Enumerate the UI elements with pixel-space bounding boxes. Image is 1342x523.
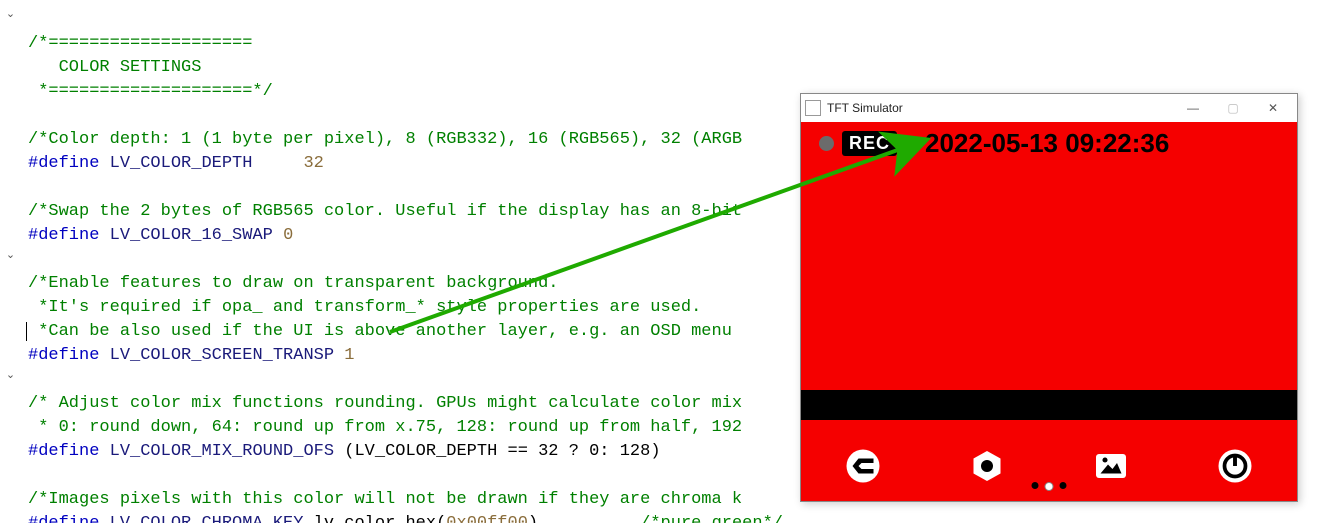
code-text: ) — [528, 514, 538, 523]
settings-icon[interactable] — [967, 446, 1007, 486]
keyword: #define — [28, 226, 99, 245]
back-icon[interactable] — [843, 446, 883, 486]
comment-line: *It's required if opa_ and transform_* s… — [28, 298, 701, 317]
fold-marker[interactable]: ⌄ — [4, 369, 17, 382]
minimize-button[interactable]: — — [1173, 96, 1213, 120]
titlebar[interactable]: TFT Simulator — ▢ ✕ — [801, 94, 1297, 122]
dot — [1032, 482, 1039, 489]
comment-line: /*Swap the 2 bytes of RGB565 color. Usef… — [28, 202, 742, 221]
code-content: /*==================== COLOR SETTINGS *=… — [28, 8, 783, 523]
comment-line: /* Adjust color mix functions rounding. … — [28, 394, 742, 413]
fold-marker[interactable]: ⌄ — [4, 8, 17, 21]
identifier: LV_COLOR_CHROMA_KEY — [110, 514, 304, 523]
comment-line: /*pure green*/ — [640, 514, 783, 523]
code-text: lv_color_hex( — [303, 514, 446, 523]
comment-line: /*Color depth: 1 (1 byte per pixel), 8 (… — [28, 130, 742, 149]
identifier: LV_COLOR_SCREEN_TRANSP — [110, 346, 334, 365]
power-icon[interactable] — [1215, 446, 1255, 486]
number: 1 — [344, 346, 354, 365]
status-row: REC 2022-05-13 09:22:36 — [801, 128, 1297, 158]
code-text: (LV_COLOR_DEPTH == 32 ? 0: 128) — [334, 442, 660, 461]
keyword: #define — [28, 514, 99, 523]
identifier: LV_COLOR_MIX_ROUND_OFS — [110, 442, 334, 461]
keyword: #define — [28, 346, 99, 365]
timestamp-label: 2022-05-13 09:22:36 — [925, 128, 1169, 159]
comment-line: COLOR SETTINGS — [28, 58, 201, 77]
number: 32 — [303, 154, 323, 173]
window-title: TFT Simulator — [827, 101, 903, 115]
maximize-button[interactable]: ▢ — [1213, 96, 1253, 120]
simulator-screen: REC 2022-05-13 09:22:36 — [801, 122, 1297, 501]
comment-line: *Can be also used if the UI is above ano… — [28, 322, 742, 341]
comment-line: /*Enable features to draw on transparent… — [28, 274, 559, 293]
identifier: LV_COLOR_16_SWAP — [110, 226, 273, 245]
record-indicator-icon — [819, 136, 834, 151]
editor-caret — [26, 322, 27, 341]
identifier: LV_COLOR_DEPTH — [110, 154, 253, 173]
gallery-icon[interactable] — [1091, 446, 1131, 486]
black-band — [801, 390, 1297, 420]
gutter: ⌄ ⌄ ⌄ — [0, 0, 22, 523]
keyword: #define — [28, 442, 99, 461]
rec-badge: REC — [842, 131, 897, 156]
fold-marker[interactable]: ⌄ — [4, 249, 17, 262]
close-button[interactable]: ✕ — [1253, 96, 1293, 120]
dot-current — [1045, 482, 1054, 491]
comment-line: *====================*/ — [28, 82, 273, 101]
dot — [1060, 482, 1067, 489]
dock — [801, 441, 1297, 491]
keyword: #define — [28, 154, 99, 173]
page-dots — [1032, 482, 1067, 491]
comment-line: /*Images pixels with this color will not… — [28, 490, 742, 509]
window-icon — [805, 100, 821, 116]
simulator-window[interactable]: TFT Simulator — ▢ ✕ REC 2022-05-13 09:22… — [800, 93, 1298, 502]
comment-line: * 0: round down, 64: round up from x.75,… — [28, 418, 742, 437]
number: 0x00ff00 — [446, 514, 528, 523]
number: 0 — [283, 226, 293, 245]
comment-line: /*==================== — [28, 34, 252, 53]
